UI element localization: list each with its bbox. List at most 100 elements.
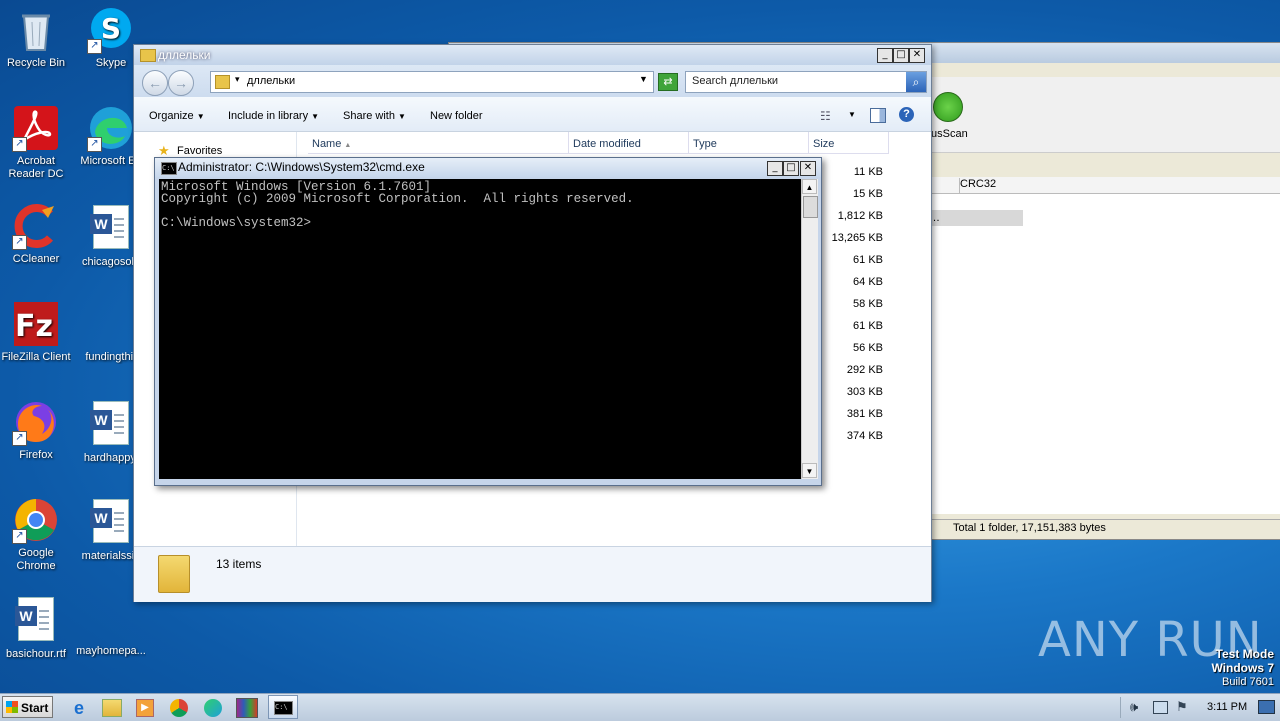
new-folder-button[interactable]: New folder (430, 110, 483, 122)
details-pane: 13 items (134, 546, 931, 602)
chevron-down-icon: ▼ (196, 112, 205, 121)
column-header-type[interactable]: Type (689, 132, 809, 154)
blank-file-icon (87, 300, 135, 348)
network-icon[interactable] (1153, 701, 1168, 714)
close-button[interactable]: ✕ (909, 48, 925, 63)
volume-icon[interactable]: 🕪 (1130, 699, 1138, 715)
windows-logo-icon (6, 701, 18, 713)
explorer-titlebar[interactable]: дллельки _ □ ✕ (134, 45, 931, 65)
chrome-icon[interactable] (170, 699, 188, 717)
desktop-icon-label: basichour.rtf (6, 648, 66, 660)
desktop-icon-firefox[interactable]: ↗ Firefox (1, 398, 71, 462)
help-icon[interactable]: ? (899, 107, 914, 122)
view-options-icon[interactable]: ☷ (820, 109, 831, 123)
search-icon[interactable]: ⌕ (906, 72, 926, 92)
svg-text:Fz: Fz (15, 309, 53, 344)
ccleaner-icon: ↗ (12, 202, 60, 250)
desktop-icon-filezilla[interactable]: Fz FileZilla Client (1, 300, 71, 364)
item-count: 13 items (216, 557, 262, 571)
desktop-icon-label: Firefox (19, 449, 53, 461)
word-document-icon: W (87, 205, 135, 253)
console-line: Copyright (c) 2009 Microsoft Corporation… (161, 192, 634, 206)
background-status-bar: Total 1 folder, 17,151,383 bytes (929, 519, 1280, 539)
chevron-down-icon: ▼ (398, 112, 406, 121)
desktop-icon-label: Acrobat Reader DC (8, 155, 64, 180)
desktop-icon-chrome[interactable]: ↗ Google Chrome (1, 496, 71, 573)
desktop-icon-label: Recycle Bin (6, 57, 66, 69)
command-bar: Organize ▼ Include in library ▼ Share wi… (134, 97, 931, 132)
share-with-menu[interactable]: Share with ▼ (343, 110, 406, 122)
large-folder-icon (158, 555, 190, 593)
background-status-text: Total 1 folder, 17,151,383 bytes (953, 522, 1106, 534)
forward-button[interactable]: → (168, 70, 194, 96)
cmd-title: Administrator: C:\Windows\System32\cmd.e… (178, 160, 425, 174)
scroll-up-icon[interactable]: ▲ (802, 179, 817, 194)
desktop-icon-basichour[interactable]: W basichour.rtf (1, 594, 71, 661)
explorer-title: дллельки (158, 48, 211, 62)
start-button[interactable]: Start (2, 696, 53, 718)
cmd-window[interactable]: C:\ Administrator: C:\Windows\System32\c… (154, 157, 822, 486)
acrobat-icon: ↗ (12, 104, 60, 152)
folder-icon (140, 49, 156, 62)
address-dropdown-icon[interactable]: ▼ (639, 74, 648, 84)
cmd-icon: C:\ (161, 162, 177, 175)
view-dropdown-icon[interactable]: ▼ (848, 110, 856, 119)
clock[interactable]: 3:11 PM (1207, 701, 1247, 713)
cmd-scrollbar[interactable]: ▲ ▼ (801, 179, 818, 479)
scroll-thumb[interactable] (803, 196, 818, 218)
minimize-button[interactable]: _ (877, 48, 893, 63)
address-field[interactable]: ▾ дллельки ▼ (210, 71, 654, 93)
desktop-icon-ccleaner[interactable]: ↗ CCleaner (1, 202, 71, 266)
cmd-titlebar[interactable]: C:\ Administrator: C:\Windows\System32\c… (155, 158, 821, 177)
console-prompt: C:\Windows\system32> (161, 216, 312, 230)
word-document-icon: W (87, 401, 135, 449)
search-field[interactable]: Search дллельки ⌕ (685, 71, 927, 93)
cmd-close-button[interactable]: ✕ (800, 161, 816, 176)
desktop-icon-label: FileZilla Client (1, 351, 71, 363)
cmd-maximize-button[interactable]: □ (783, 161, 799, 176)
address-text: дллельки (247, 75, 296, 87)
desktop-icon-acrobat[interactable]: ↗ Acrobat Reader DC (1, 104, 71, 181)
desktop-icon-label: CCleaner (12, 253, 60, 265)
edge-icon[interactable] (204, 699, 222, 717)
console-output[interactable]: Microsoft Windows [Version 6.1.7601] Copy… (159, 179, 801, 479)
cmd-taskbar-button[interactable]: C:\ (268, 695, 298, 719)
back-button[interactable]: ← (142, 70, 168, 96)
action-center-flag-icon[interactable]: ⚑ (1176, 699, 1188, 715)
column-header-date[interactable]: Date modified (569, 132, 689, 154)
nav-favorites[interactable]: Favorites (177, 145, 222, 157)
media-player-icon[interactable]: ▶ (136, 699, 154, 717)
crc32-column-header[interactable]: CRC32 (959, 178, 1024, 194)
desktop-icon-mayhomepa[interactable]: mayhomepa... (76, 594, 146, 658)
svg-text:S: S (101, 12, 121, 45)
refresh-icon[interactable]: ⇄ (658, 73, 678, 91)
chevron-down-icon: ▼ (311, 112, 320, 121)
internet-explorer-icon[interactable]: e (68, 697, 90, 719)
breadcrumb-arrow-icon[interactable]: ▾ (235, 74, 240, 85)
scan-bug-icon[interactable] (933, 92, 963, 122)
preview-pane-icon[interactable] (870, 108, 886, 123)
tray-divider (1120, 697, 1121, 718)
background-list-row[interactable]: … (929, 210, 1023, 226)
winrar-icon[interactable] (236, 698, 258, 718)
organize-menu[interactable]: Organize ▼ (149, 110, 205, 122)
scan-tool-label[interactable]: usScan (931, 128, 968, 140)
scroll-down-icon[interactable]: ▼ (802, 463, 817, 478)
background-list: … (929, 194, 1280, 514)
folder-icon (215, 75, 230, 89)
desktop-icon-recycle-bin[interactable]: Recycle Bin (1, 6, 71, 70)
firefox-icon: ↗ (12, 398, 60, 446)
cmd-minimize-button[interactable]: _ (767, 161, 783, 176)
show-desktop-icon[interactable] (1258, 700, 1275, 714)
maximize-button[interactable]: □ (893, 48, 909, 63)
column-header-size[interactable]: Size (809, 132, 889, 154)
desktop-icon-label: Google Chrome (16, 547, 56, 572)
desktop-icon-label: mayhomepa... (76, 645, 146, 657)
address-bar-area: ← → ▾ дллельки ▼ ⇄ Search дллельки ⌕ (134, 65, 931, 97)
recycle-bin-icon (12, 6, 60, 54)
column-header-name[interactable]: Name ▲ (308, 132, 569, 154)
include-in-library-menu[interactable]: Include in library ▼ (228, 110, 319, 122)
file-explorer-icon[interactable] (102, 699, 122, 717)
taskbar: Start e ▶ C:\ 🕪 ⚑ 3:11 PM (0, 693, 1280, 721)
word-document-icon: W (87, 499, 135, 547)
